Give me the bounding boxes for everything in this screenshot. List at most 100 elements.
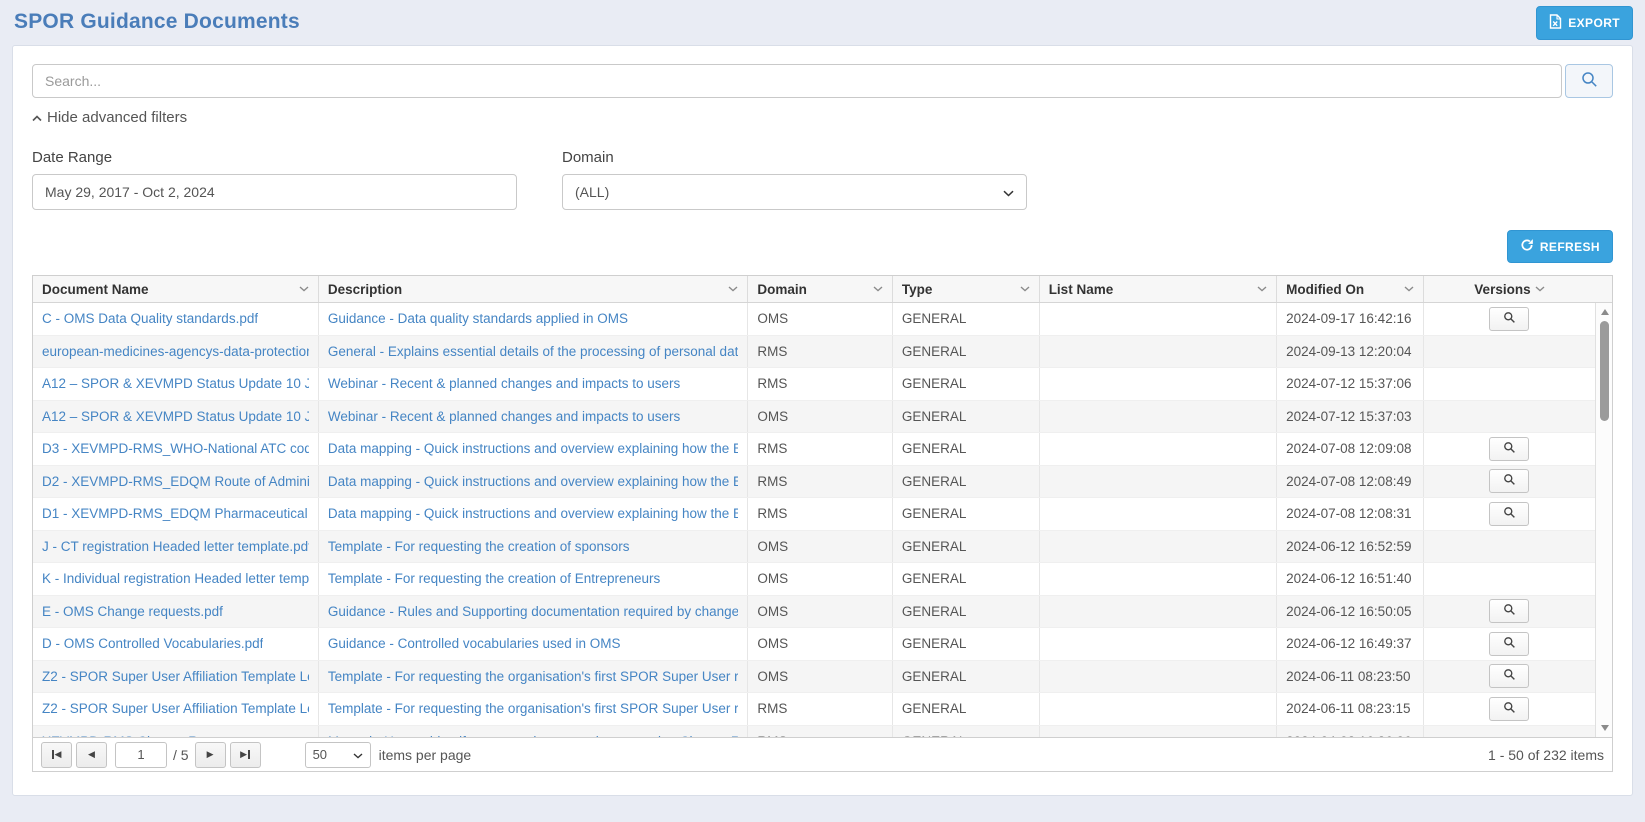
modified-on-cell: 2024-09-17 16:42:16 xyxy=(1277,303,1424,335)
search-input[interactable] xyxy=(32,64,1562,98)
items-per-page-label: items per page xyxy=(379,747,472,763)
scroll-down-arrow-icon[interactable] xyxy=(1596,721,1612,735)
document-name-link[interactable]: E - OMS Change requests.pdf xyxy=(42,604,223,619)
domain-cell: RMS xyxy=(748,466,892,498)
date-range-input[interactable] xyxy=(32,174,517,210)
document-name-link[interactable]: K - Individual registration Headed lette… xyxy=(42,571,309,586)
description-link[interactable]: Guidance - Rules and Supporting document… xyxy=(328,604,739,619)
vertical-scrollbar[interactable] xyxy=(1595,303,1612,737)
description-link[interactable]: Template - For requesting the creation o… xyxy=(328,539,630,554)
scrollbar-thumb[interactable] xyxy=(1600,321,1609,421)
previous-page-button[interactable]: ◀ xyxy=(76,742,107,768)
document-name-link[interactable]: Z2 - SPOR Super User Affiliation Templat… xyxy=(42,669,309,684)
first-page-button[interactable]: ◀ xyxy=(41,742,72,768)
versions-button[interactable] xyxy=(1489,469,1529,493)
column-header[interactable]: Versions xyxy=(1424,276,1595,302)
description-link[interactable]: Guidance - Controlled vocabularies used … xyxy=(328,636,621,651)
column-menu-chevron-down-icon[interactable] xyxy=(1535,286,1545,292)
refresh-row: REFRESH xyxy=(32,230,1613,263)
hide-advanced-filters-link[interactable]: Hide advanced filters xyxy=(32,109,187,126)
search-button[interactable] xyxy=(1565,64,1613,98)
table-row: C - OMS Data Quality standards.pdf Guida… xyxy=(33,303,1595,336)
document-name-link[interactable]: A12 – SPOR & XEVMPD Status Update 10 Jul… xyxy=(42,376,309,391)
table-row: XEVMPD-RMS Change Request process....pdf… xyxy=(33,726,1595,738)
refresh-button[interactable]: REFRESH xyxy=(1507,230,1613,263)
domain-select[interactable]: (ALL) xyxy=(562,174,1027,210)
document-name-link[interactable]: C - OMS Data Quality standards.pdf xyxy=(42,311,258,326)
versions-button[interactable] xyxy=(1489,437,1529,461)
versions-button[interactable] xyxy=(1489,664,1529,688)
table-row: european-medicines-agencys-data-protecti… xyxy=(33,336,1595,369)
page-number-input[interactable] xyxy=(115,742,167,768)
chevron-down-icon xyxy=(1003,184,1014,200)
export-button[interactable]: EXPORT xyxy=(1536,6,1633,40)
document-name-link[interactable]: J - CT registration Headed letter templa… xyxy=(42,539,309,554)
description-link[interactable]: Guidance - Data quality standards applie… xyxy=(328,311,628,326)
document-name-link[interactable]: D1 - XEVMPD-RMS_EDQM Pharmaceutical Dose… xyxy=(42,506,309,521)
description-link[interactable]: Webinar - Recent & planned changes and i… xyxy=(328,409,680,424)
page-size-value: 50 xyxy=(313,747,327,762)
filters-toggle-label: Hide advanced filters xyxy=(47,109,187,126)
description-link[interactable]: Webinar - Recent & planned changes and i… xyxy=(328,376,680,391)
modified-on-cell: 2024-07-12 15:37:06 xyxy=(1277,368,1424,400)
versions-button[interactable] xyxy=(1489,599,1529,623)
page-size-select[interactable]: 50 xyxy=(305,742,371,768)
domain-cell: RMS xyxy=(748,336,892,368)
next-page-button[interactable]: ▶ xyxy=(195,742,226,768)
document-name-link[interactable]: A12 – SPOR & XEVMPD Status Update 10 Jul… xyxy=(42,409,309,424)
document-name-link[interactable]: D3 - XEVMPD-RMS_WHO-National ATC codes m… xyxy=(42,441,309,456)
domain-cell: OMS xyxy=(748,563,892,595)
type-cell: GENERAL xyxy=(893,401,1040,433)
versions-button[interactable] xyxy=(1489,697,1529,721)
column-header[interactable]: Modified On xyxy=(1277,276,1424,302)
versions-button[interactable] xyxy=(1489,307,1529,331)
column-menu-chevron-down-icon[interactable] xyxy=(299,286,309,292)
versions-button[interactable] xyxy=(1489,502,1529,526)
document-name-link[interactable]: Z2 - SPOR Super User Affiliation Templat… xyxy=(42,701,309,716)
description-link[interactable]: Data mapping - Quick instructions and ov… xyxy=(328,474,739,489)
document-name-link[interactable]: XEVMPD-RMS Change Request process....pdf xyxy=(42,734,309,737)
column-header[interactable]: Domain xyxy=(748,276,892,302)
column-header[interactable]: Type xyxy=(893,276,1040,302)
list-name-cell xyxy=(1040,336,1277,368)
list-name-cell xyxy=(1040,531,1277,563)
column-menu-chevron-down-icon[interactable] xyxy=(873,286,883,292)
type-cell: GENERAL xyxy=(893,368,1040,400)
table-row: D - OMS Controlled Vocabularies.pdf Guid… xyxy=(33,628,1595,661)
versions-button[interactable] xyxy=(1489,632,1529,656)
title-bar: SPOR Guidance Documents EXPORT xyxy=(0,0,1645,45)
description-link[interactable]: Template - For requesting the organisati… xyxy=(328,669,739,684)
column-header[interactable]: Document Name xyxy=(33,276,319,302)
column-header-label: Domain xyxy=(757,282,807,297)
document-name-link[interactable]: D2 - XEVMPD-RMS_EDQM Route of Administra… xyxy=(42,474,309,489)
type-cell: GENERAL xyxy=(893,433,1040,465)
domain-cell: OMS xyxy=(748,401,892,433)
magnifier-icon xyxy=(1503,441,1516,457)
description-link[interactable]: Data mapping - Quick instructions and ov… xyxy=(328,506,739,521)
magnifier-icon xyxy=(1503,668,1516,684)
domain-cell: OMS xyxy=(748,303,892,335)
list-name-cell xyxy=(1040,693,1277,725)
column-menu-chevron-down-icon[interactable] xyxy=(728,286,738,292)
column-menu-chevron-down-icon[interactable] xyxy=(1404,286,1414,292)
column-menu-chevron-down-icon[interactable] xyxy=(1020,286,1030,292)
modified-on-cell: 2024-06-12 16:51:40 xyxy=(1277,563,1424,595)
scroll-up-arrow-icon[interactable] xyxy=(1596,305,1612,319)
modified-on-cell: 2024-07-08 12:08:31 xyxy=(1277,498,1424,530)
domain-label: Domain xyxy=(562,149,1047,166)
description-link[interactable]: Manual - How to identify terms and reque… xyxy=(328,734,739,737)
column-menu-chevron-down-icon[interactable] xyxy=(1257,286,1267,292)
last-page-button[interactable]: ▶ xyxy=(230,742,261,768)
document-name-link[interactable]: european-medicines-agencys-data-protecti… xyxy=(42,344,309,359)
column-header[interactable]: List Name xyxy=(1040,276,1277,302)
description-link[interactable]: Template - For requesting the organisati… xyxy=(328,701,739,716)
modified-on-cell: 2024-09-13 12:20:04 xyxy=(1277,336,1424,368)
description-link[interactable]: General - Explains essential details of … xyxy=(328,344,739,359)
description-link[interactable]: Template - For requesting the creation o… xyxy=(328,571,660,586)
description-link[interactable]: Data mapping - Quick instructions and ov… xyxy=(328,441,739,456)
document-name-link[interactable]: D - OMS Controlled Vocabularies.pdf xyxy=(42,636,263,651)
chevron-down-icon xyxy=(353,747,363,762)
column-header[interactable]: Description xyxy=(319,276,749,302)
modified-on-cell: 2024-06-12 16:49:37 xyxy=(1277,628,1424,660)
search-icon xyxy=(1581,71,1598,91)
